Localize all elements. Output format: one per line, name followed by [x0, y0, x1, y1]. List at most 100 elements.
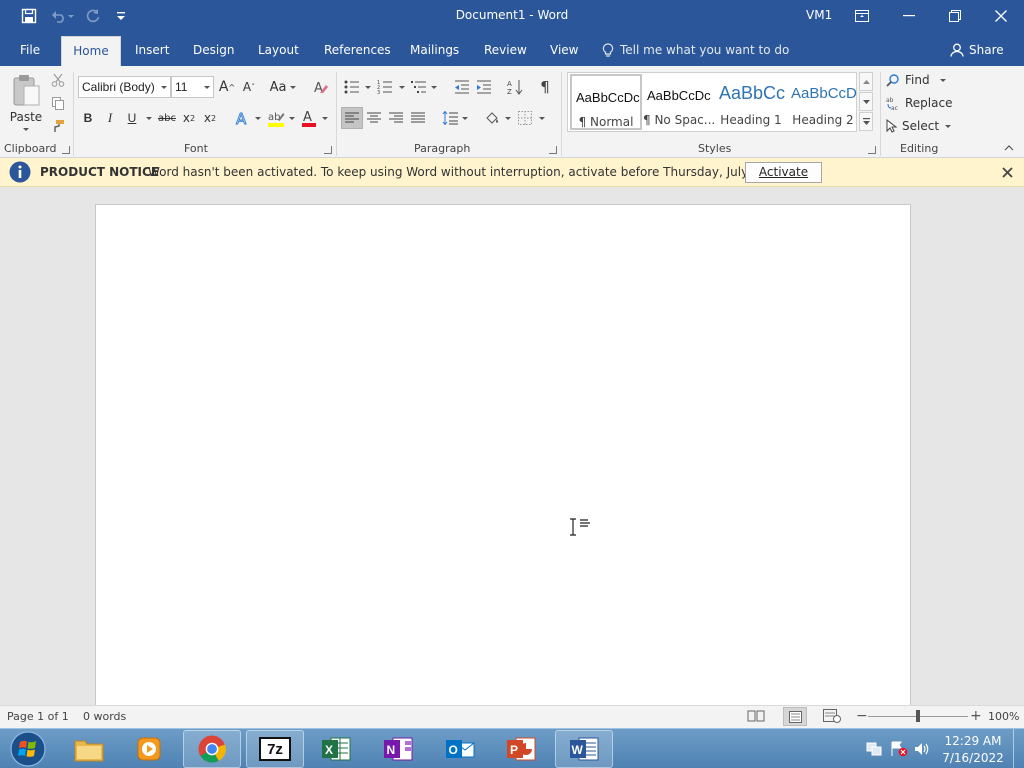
minimize-button[interactable]: [886, 0, 932, 32]
align-left-icon[interactable]: [341, 107, 363, 129]
italic-icon[interactable]: I: [101, 107, 119, 129]
word-count[interactable]: 0 words: [83, 710, 126, 723]
tab-view[interactable]: View: [539, 36, 589, 66]
styles-dialog-launcher[interactable]: [868, 146, 876, 154]
taskbar-clock[interactable]: 12:29 AM 7/16/2022: [937, 733, 1009, 767]
tab-file[interactable]: File: [9, 36, 51, 66]
line-spacing-dropdown-icon[interactable]: [462, 117, 468, 120]
subscript-icon[interactable]: x2: [180, 107, 198, 129]
align-right-icon[interactable]: [386, 107, 406, 129]
text-effects-icon[interactable]: A: [233, 107, 253, 129]
multilevel-dropdown-icon[interactable]: [431, 86, 437, 89]
activate-button[interactable]: Activate: [745, 162, 822, 183]
7zip-icon[interactable]: 7z: [246, 730, 304, 768]
styles-more-icon[interactable]: [859, 112, 873, 131]
restore-button[interactable]: [932, 0, 978, 32]
share-button[interactable]: Share: [950, 36, 1004, 64]
style-normal[interactable]: AaBbCcDc ¶ Normal: [570, 74, 642, 130]
bullets-icon[interactable]: [342, 76, 362, 98]
show-formatting-marks-icon[interactable]: ¶: [535, 76, 555, 98]
tab-layout[interactable]: Layout: [247, 36, 310, 66]
font-color-dropdown-icon[interactable]: [322, 117, 328, 120]
page-count[interactable]: Page 1 of 1: [7, 710, 69, 723]
style-no-spacing[interactable]: AaBbCcDc ¶ No Spac...: [643, 74, 715, 130]
zoom-slider[interactable]: [868, 710, 968, 722]
zoom-slider-thumb[interactable]: [916, 710, 920, 722]
highlight-color-icon[interactable]: ab: [265, 107, 287, 129]
font-name-combo[interactable]: Calibri (Body): [78, 76, 171, 98]
clipboard-dialog-launcher[interactable]: [62, 146, 70, 154]
cut-icon[interactable]: [48, 70, 68, 90]
ribbon-display-options-icon[interactable]: [839, 0, 885, 32]
styles-scroll-down-icon[interactable]: [859, 92, 873, 111]
start-button[interactable]: [1, 730, 55, 768]
network-icon[interactable]: [866, 741, 882, 757]
tab-design[interactable]: Design: [182, 36, 245, 66]
numbering-icon[interactable]: 123: [375, 76, 395, 98]
format-painter-icon[interactable]: [48, 116, 68, 136]
powerpoint-icon[interactable]: P: [492, 730, 550, 768]
highlight-dropdown-icon[interactable]: [289, 117, 295, 120]
close-notice-icon[interactable]: [1002, 167, 1013, 178]
word-icon[interactable]: W: [555, 730, 613, 768]
zoom-level[interactable]: 100%: [988, 710, 1019, 723]
tab-review[interactable]: Review: [473, 36, 538, 66]
onenote-icon[interactable]: N: [369, 730, 427, 768]
action-center-icon[interactable]: [890, 741, 908, 757]
decrease-indent-icon[interactable]: [452, 76, 472, 98]
shading-dropdown-icon[interactable]: [505, 117, 511, 120]
paste-button[interactable]: Paste: [6, 70, 46, 136]
shading-icon[interactable]: [481, 107, 503, 129]
borders-dropdown-icon[interactable]: [539, 117, 545, 120]
document-page[interactable]: [95, 204, 911, 724]
tab-references[interactable]: References: [313, 36, 402, 66]
paragraph-dialog-launcher[interactable]: [549, 146, 557, 154]
increase-indent-icon[interactable]: [474, 76, 494, 98]
styles-scroll-up-icon[interactable]: [859, 72, 873, 91]
read-mode-icon[interactable]: [747, 709, 765, 723]
media-player-icon[interactable]: [120, 730, 178, 768]
clear-formatting-icon[interactable]: A: [310, 76, 332, 98]
tab-insert[interactable]: Insert: [124, 36, 180, 66]
underline-dropdown-icon[interactable]: [146, 117, 152, 120]
find-button[interactable]: Find: [886, 70, 956, 90]
web-layout-icon[interactable]: [823, 709, 841, 723]
numbering-dropdown-icon[interactable]: [399, 86, 405, 89]
font-dialog-launcher[interactable]: [324, 146, 332, 154]
font-color-icon[interactable]: A: [299, 107, 319, 129]
bullets-dropdown-icon[interactable]: [365, 86, 371, 89]
shrink-font-icon[interactable]: Aˇ: [239, 76, 259, 98]
bold-icon[interactable]: B: [79, 107, 97, 129]
font-size-combo[interactable]: 11: [171, 76, 214, 98]
replace-button[interactable]: ab ac Replace: [886, 93, 956, 113]
zoom-out-icon[interactable]: −: [856, 708, 868, 724]
style-heading-2[interactable]: AaBbCcD Heading 2: [787, 74, 859, 130]
style-heading-1[interactable]: AaBbCc Heading 1: [715, 74, 787, 130]
collapse-ribbon-icon[interactable]: [1002, 142, 1016, 154]
underline-icon[interactable]: U: [123, 107, 141, 129]
align-center-icon[interactable]: [364, 107, 384, 129]
tab-mailings[interactable]: Mailings: [399, 36, 470, 66]
select-button[interactable]: Select: [886, 116, 956, 136]
superscript-icon[interactable]: x2: [201, 107, 219, 129]
show-desktop-button[interactable]: [1013, 729, 1024, 768]
excel-icon[interactable]: X: [307, 730, 365, 768]
multilevel-list-icon[interactable]: [409, 76, 429, 98]
user-name[interactable]: VM1: [806, 8, 832, 22]
tell-me-search[interactable]: Tell me what you want to do: [602, 36, 789, 64]
close-button[interactable]: [978, 0, 1024, 32]
volume-icon[interactable]: [914, 741, 930, 757]
file-explorer-icon[interactable]: [60, 730, 118, 768]
copy-icon[interactable]: [48, 93, 68, 113]
outlook-icon[interactable]: O: [431, 730, 489, 768]
tab-home[interactable]: Home: [61, 36, 121, 66]
sort-icon[interactable]: AZ: [505, 76, 525, 98]
grow-font-icon[interactable]: A ^: [217, 76, 237, 98]
chrome-icon[interactable]: [183, 730, 241, 768]
strikethrough-icon[interactable]: abc: [156, 107, 178, 129]
print-layout-icon[interactable]: [783, 707, 807, 726]
justify-icon[interactable]: [408, 107, 428, 129]
text-effects-dropdown-icon[interactable]: [255, 117, 261, 120]
change-case-button[interactable]: Aa: [268, 76, 298, 98]
line-spacing-icon[interactable]: [440, 107, 460, 129]
